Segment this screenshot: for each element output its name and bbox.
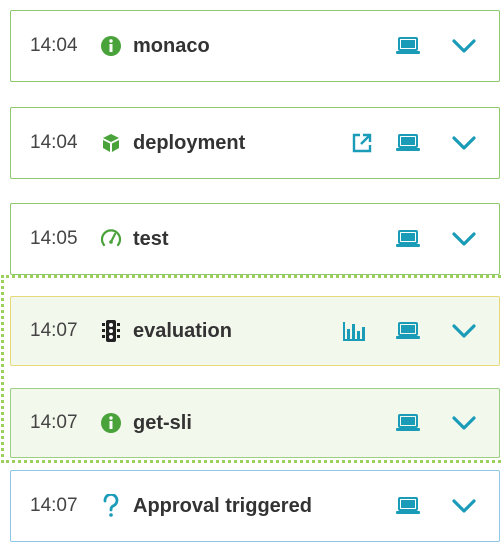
laptop-icon[interactable]	[395, 410, 421, 436]
traffic-light-icon	[99, 319, 123, 343]
event-time: 14:04	[30, 132, 78, 153]
bar-chart-icon[interactable]	[341, 318, 367, 344]
event-time: 14:04	[30, 35, 78, 56]
laptop-icon[interactable]	[395, 33, 421, 59]
chevron-down-icon[interactable]	[451, 410, 477, 436]
external-link-icon[interactable]	[349, 130, 375, 156]
event-time: 14:07	[30, 320, 78, 341]
event-time: 14:07	[30, 495, 78, 516]
event-name: evaluation	[133, 319, 232, 342]
laptop-icon[interactable]	[395, 226, 421, 252]
laptop-icon[interactable]	[395, 130, 421, 156]
event-time: 14:07	[30, 412, 78, 433]
question-mark-icon	[99, 494, 123, 518]
chevron-down-icon[interactable]	[451, 493, 477, 519]
laptop-icon[interactable]	[395, 318, 421, 344]
chevron-down-icon[interactable]	[451, 226, 477, 252]
info-circle-icon	[99, 411, 123, 435]
chevron-down-icon[interactable]	[451, 318, 477, 344]
event-card-deployment[interactable]: 14:04 deployment	[10, 107, 500, 179]
event-card-approval-triggered[interactable]: 14:07 Approval triggered	[10, 470, 500, 542]
event-card-evaluation[interactable]: 14:07 evaluation	[10, 296, 500, 366]
event-name: Approval triggered	[133, 494, 312, 517]
chevron-down-icon[interactable]	[451, 130, 477, 156]
event-name: test	[133, 227, 169, 250]
event-timeline: 14:04 monaco 14:04 deployment 14:05 test…	[0, 0, 503, 545]
event-card-monaco[interactable]: 14:04 monaco	[10, 10, 500, 82]
laptop-icon[interactable]	[395, 493, 421, 519]
chevron-down-icon[interactable]	[451, 33, 477, 59]
event-time: 14:05	[30, 228, 78, 249]
speedometer-icon	[99, 227, 123, 251]
event-name: get-sli	[133, 411, 192, 434]
event-name: deployment	[133, 131, 246, 154]
event-name: monaco	[133, 34, 210, 57]
event-card-test[interactable]: 14:05 test	[10, 203, 500, 275]
info-circle-icon	[99, 34, 123, 58]
event-card-get-sli[interactable]: 14:07 get-sli	[10, 388, 500, 458]
deployment-icon	[99, 131, 123, 155]
